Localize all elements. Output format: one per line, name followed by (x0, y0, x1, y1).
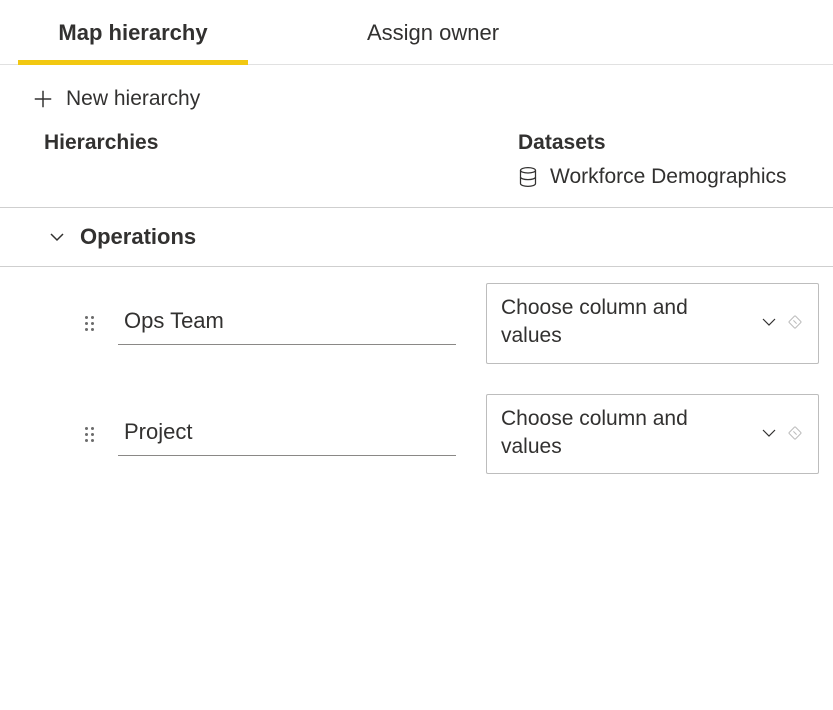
column-values-placeholder: Choose column and values (501, 405, 691, 462)
tab-bar: Map hierarchy Assign owner (0, 0, 833, 65)
columns-header-row: Hierarchies Datasets (0, 123, 833, 157)
datasets-column-header: Datasets (518, 131, 833, 155)
level-name-input[interactable] (118, 302, 456, 345)
hierarchy-level-row: Choose column and values (0, 394, 833, 475)
chevron-down-icon (760, 424, 778, 442)
column-values-placeholder: Choose column and values (501, 294, 691, 351)
column-values-select[interactable]: Choose column and values (486, 283, 819, 364)
clear-icon[interactable] (786, 313, 804, 331)
chevron-down-icon (760, 313, 778, 331)
dataset-name: Workforce Demographics (550, 165, 787, 189)
new-hierarchy-label: New hierarchy (66, 87, 200, 111)
tab-map-hierarchy[interactable]: Map hierarchy (18, 0, 248, 64)
chevron-down-icon (48, 228, 66, 246)
hierarchy-levels: Choose column and values (0, 267, 833, 474)
new-hierarchy-button[interactable]: New hierarchy (32, 87, 200, 111)
clear-icon[interactable] (786, 424, 804, 442)
tab-assign-owner[interactable]: Assign owner (318, 0, 548, 64)
plus-icon (32, 88, 54, 110)
dataset-icon (518, 166, 538, 188)
level-name-input[interactable] (118, 413, 456, 456)
hierarchies-column-header: Hierarchies (0, 131, 518, 155)
hierarchy-group-header[interactable]: Operations (0, 208, 833, 267)
dataset-row: Workforce Demographics (0, 157, 833, 208)
drag-handle-icon[interactable] (85, 427, 94, 442)
hierarchy-level-row: Choose column and values (0, 283, 833, 364)
column-values-select[interactable]: Choose column and values (486, 394, 819, 475)
hierarchy-group-name: Operations (80, 224, 196, 250)
drag-handle-icon[interactable] (85, 316, 94, 331)
